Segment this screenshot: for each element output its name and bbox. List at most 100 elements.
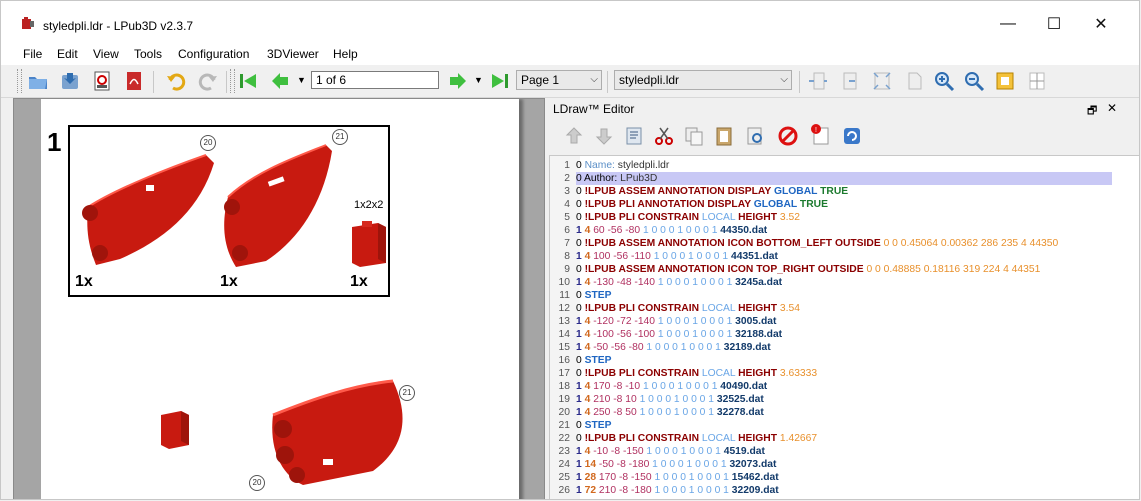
redo-icon[interactable] <box>197 70 219 92</box>
next-page-icon[interactable] <box>447 70 469 92</box>
close-button[interactable]: ✕ <box>1078 9 1124 39</box>
code-line[interactable]: 21 0 STEP <box>550 419 1139 432</box>
code-lines: 10 Name: styledpli.ldr 2 0 Author: LPub3D 3… <box>550 159 1139 499</box>
fit-visible-icon[interactable] <box>839 70 861 92</box>
last-page-icon[interactable] <box>489 70 511 92</box>
toolbar-grip-nav[interactable] <box>230 69 235 93</box>
assembly-model[interactable] <box>263 379 413 489</box>
code-token: 1 0 0 0 1 0 0 0 1 <box>643 225 721 236</box>
callout-21[interactable]: 21 <box>332 129 348 145</box>
menu-help[interactable]: Help <box>333 47 358 61</box>
code-line[interactable]: 14 1 4 -100 -56 -100 1 0 0 0 1 0 0 0 1 32… <box>550 328 1139 341</box>
download-icon[interactable] <box>593 125 615 147</box>
stop-icon[interactable] <box>777 125 799 147</box>
open-folder-icon[interactable] <box>27 70 49 92</box>
code-line[interactable]: 10 1 4 -130 -48 -140 1 0 0 0 1 0 0 0 1 32… <box>550 276 1139 289</box>
code-token: 0 <box>576 433 585 444</box>
menu-edit[interactable]: Edit <box>57 47 78 61</box>
fit-width-icon[interactable] <box>807 70 829 92</box>
code-line[interactable]: 27 0 STEP <box>550 497 1139 499</box>
code-line[interactable]: 13 1 4 -120 -72 -140 1 0 0 0 1 0 0 0 1 30… <box>550 315 1139 328</box>
part-brick-1x2x2[interactable] <box>348 219 390 269</box>
page-number-input[interactable]: 1 of 6 <box>311 71 439 89</box>
code-line[interactable]: 16 0 STEP <box>550 354 1139 367</box>
code-line[interactable]: 17 0 !LPUB PLI CONSTRAIN LOCAL HEIGHT 3.6… <box>550 367 1139 380</box>
menu-file[interactable]: File <box>23 47 42 61</box>
code-line[interactable]: 30 !LPUB ASSEM ANNOTATION DISPLAY GLOBAL… <box>550 185 1139 198</box>
paste-icon[interactable] <box>713 125 735 147</box>
upload-icon[interactable] <box>563 125 585 147</box>
code-line[interactable]: 26 1 72 210 -8 -180 1 0 0 0 1 0 0 0 1 322… <box>550 484 1139 497</box>
minimize-button[interactable]: — <box>985 9 1031 39</box>
close-icon[interactable]: ✕ <box>1107 101 1117 115</box>
line-text: 0 !LPUB ASSEM ANNOTATION DISPLAY GLOBAL … <box>576 186 848 197</box>
menu-tools[interactable]: Tools <box>134 47 162 61</box>
code-token: 0 <box>576 368 585 379</box>
menu-view[interactable]: View <box>93 47 119 61</box>
code-line[interactable]: 23 1 4 -10 -8 -150 1 0 0 0 1 0 0 0 1 4519… <box>550 445 1139 458</box>
parts-list-box[interactable]: 20 1x 21 1x 1x2x2 1x <box>68 125 390 297</box>
code-line[interactable]: 12 0 !LPUB PLI CONSTRAIN LOCAL HEIGHT 3.5… <box>550 302 1139 315</box>
submodel-combo[interactable]: styledpli.ldr ⌵ <box>614 70 792 90</box>
code-token: 4 <box>584 277 594 288</box>
code-token: !LPUB ASSEM ANNOTATION ICON BOTTOM_LEFT … <box>584 238 884 249</box>
zoom-out-icon[interactable] <box>963 70 985 92</box>
callout-21[interactable]: 21 <box>399 385 415 401</box>
first-page-icon[interactable] <box>237 70 259 92</box>
menu-3dviewer[interactable]: 3DViewer <box>267 47 319 61</box>
code-line[interactable]: 50 !LPUB PLI CONSTRAIN LOCAL HEIGHT 3.52 <box>550 211 1139 224</box>
callout-20[interactable]: 20 <box>200 135 216 151</box>
code-line[interactable]: 20 1 4 250 -8 50 1 0 0 0 1 0 0 0 1 32278.… <box>550 406 1139 419</box>
code-line[interactable]: 70 !LPUB ASSEM ANNOTATION ICON BOTTOM_LE… <box>550 237 1139 250</box>
scene-guides-icon[interactable] <box>1026 70 1048 92</box>
undo-icon[interactable] <box>165 70 187 92</box>
page-view[interactable]: 1 20 1x 21 1x 1x2x2 1x 21 20 <box>13 98 545 499</box>
code-line[interactable]: 81 4 100 -56 -110 1 0 0 0 1 0 0 0 1 4435… <box>550 250 1139 263</box>
copy-icon[interactable] <box>683 125 705 147</box>
code-token: HEIGHT <box>738 368 780 379</box>
code-token: 1 <box>576 394 585 405</box>
code-line[interactable]: 20 Author: LPub3D <box>550 172 1139 185</box>
ldraw-code-editor[interactable]: 10 Name: styledpli.ldr 2 0 Author: LPub3D 3… <box>549 155 1139 499</box>
code-line[interactable]: 10 Name: styledpli.ldr <box>550 159 1139 172</box>
callout-20[interactable]: 20 <box>249 475 265 491</box>
part-panel-right[interactable] <box>216 141 336 271</box>
previous-page-icon[interactable] <box>269 70 291 92</box>
part-panel-left[interactable] <box>76 149 216 269</box>
find-icon[interactable] <box>745 125 767 147</box>
code-line[interactable]: 61 4 60 -56 -80 1 0 0 0 1 0 0 0 1 44350.… <box>550 224 1139 237</box>
cut-icon[interactable] <box>653 125 675 147</box>
code-line[interactable]: 40 !LPUB PLI ANNOTATION DISPLAY GLOBAL T… <box>550 198 1139 211</box>
code-line[interactable]: 22 0 !LPUB PLI CONSTRAIN LOCAL HEIGHT 1.4… <box>550 432 1139 445</box>
print-pdf-icon[interactable] <box>91 70 113 92</box>
export-pdf-icon[interactable] <box>123 70 145 92</box>
code-token: 1 <box>576 446 585 457</box>
page-combo[interactable]: Page 1 ⌵ <box>516 70 602 90</box>
refresh-icon[interactable] <box>841 125 863 147</box>
code-line[interactable]: 11 0 STEP <box>550 289 1139 302</box>
menu-configuration[interactable]: Configuration <box>178 47 249 61</box>
actual-size-icon[interactable] <box>903 70 925 92</box>
code-line[interactable]: 90 !LPUB ASSEM ANNOTATION ICON TOP_RIGHT… <box>550 263 1139 276</box>
line-number: 18 <box>558 381 570 392</box>
document-list-icon[interactable] <box>623 125 645 147</box>
code-line[interactable]: 18 1 4 170 -8 -10 1 0 0 0 1 0 0 0 1 40490… <box>550 380 1139 393</box>
code-token: STEP <box>585 498 612 499</box>
code-line[interactable]: 15 1 4 -50 -56 -80 1 0 0 0 1 0 0 0 1 3218… <box>550 341 1139 354</box>
code-token: 60 -56 -80 <box>593 225 643 236</box>
code-line[interactable]: 19 1 4 210 -8 10 1 0 0 0 1 0 0 0 1 32525.… <box>550 393 1139 406</box>
toolbar-grip[interactable] <box>17 69 22 93</box>
editor-title-bar: LDraw™ Editor 🗗 ✕ <box>549 99 1139 119</box>
assembly-brick[interactable] <box>159 407 191 451</box>
scene-ruler-icon[interactable] <box>994 70 1016 92</box>
previous-dropdown-arrow[interactable]: ▼ <box>297 75 306 85</box>
code-token: STEP <box>584 290 612 301</box>
next-dropdown-arrow[interactable]: ▼ <box>474 75 483 85</box>
zoom-in-icon[interactable] <box>933 70 955 92</box>
fit-scene-icon[interactable] <box>871 70 893 92</box>
save-icon[interactable] <box>59 70 81 92</box>
maximize-button[interactable]: ☐ <box>1031 9 1077 39</box>
code-line[interactable]: 24 1 14 -50 -8 -180 1 0 0 0 1 0 0 0 1 320… <box>550 458 1139 471</box>
new-document-error-icon[interactable]: ! <box>809 123 831 145</box>
code-line[interactable]: 25 1 28 170 -8 -150 1 0 0 0 1 0 0 0 1 154… <box>550 471 1139 484</box>
